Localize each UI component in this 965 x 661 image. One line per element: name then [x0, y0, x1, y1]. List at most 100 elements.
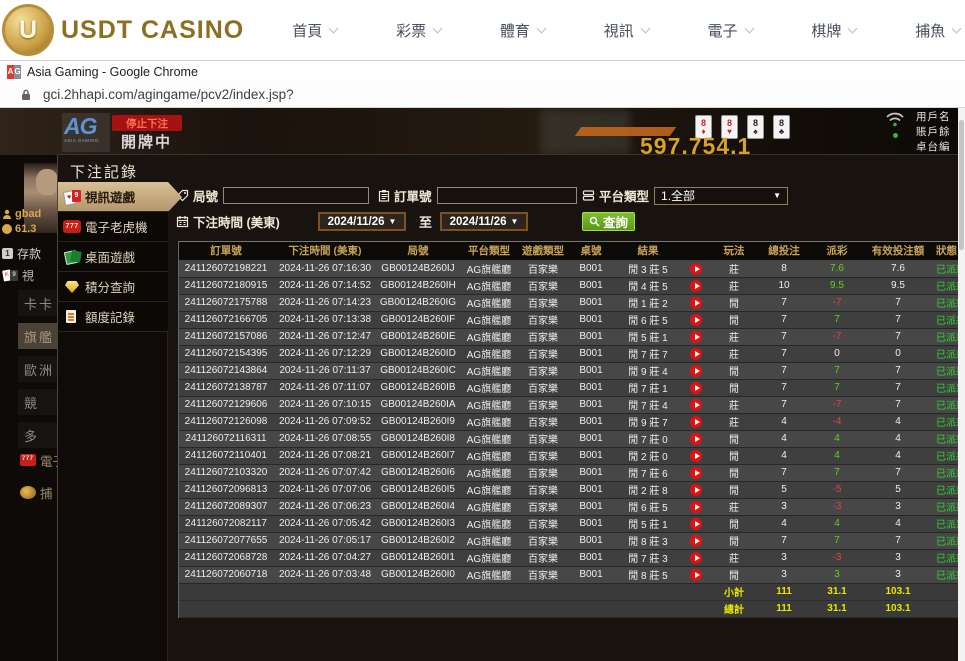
summary-cell: 111: [757, 583, 811, 600]
cell-bet: 閒: [711, 447, 757, 464]
replay-button[interactable]: [690, 535, 702, 547]
nav-item[interactable]: 電子: [708, 20, 753, 41]
replay-button[interactable]: [690, 552, 702, 564]
cell-valid: 9.5: [863, 277, 933, 294]
chrome-urlbar[interactable]: gci.2hhapi.com/agingame/pcv2/index.jsp?: [0, 82, 965, 108]
replay-button[interactable]: [690, 501, 702, 513]
cell-play: [681, 447, 711, 464]
replay-button[interactable]: [690, 331, 702, 343]
cell-platform: AG旗艦廳: [459, 328, 519, 345]
site-logo[interactable]: U USDT CASINO: [2, 4, 244, 56]
cell-table: B001: [567, 447, 615, 464]
cell-time: 2024-11-26 07:06:23: [273, 498, 377, 515]
replay-button[interactable]: [690, 280, 702, 292]
date-from-group: 2024/11/26 ▼: [318, 212, 406, 231]
url-text[interactable]: gci.2hhapi.com/agingame/pcv2/index.jsp?: [43, 87, 294, 102]
table-row: 2411260720893072024-11-26 07:06:23GB0012…: [179, 498, 958, 515]
cell-total: 7: [757, 532, 811, 549]
cell-play: [681, 260, 711, 277]
cell-play: [681, 532, 711, 549]
cell-order: 241126072166705: [179, 311, 273, 328]
deposit-button[interactable]: 1 存款: [2, 245, 41, 262]
replay-button[interactable]: [690, 365, 702, 377]
cell-payout: -4: [811, 413, 863, 430]
platform-select[interactable]: 1.全部 ▼: [654, 187, 788, 205]
replay-button[interactable]: [690, 484, 702, 496]
cell-platform: AG旗艦廳: [459, 379, 519, 396]
nav-item[interactable]: 首頁: [292, 20, 337, 41]
chevron-down-icon: [952, 23, 962, 33]
cell-bet: 閒: [711, 532, 757, 549]
cell-round: GB00124B260I5: [377, 481, 459, 498]
replay-button[interactable]: [690, 314, 702, 326]
sidebar-video-tab[interactable]: 視: [2, 267, 34, 284]
deposit-label: 存款: [17, 245, 41, 262]
replay-button[interactable]: [690, 348, 702, 360]
nav-item[interactable]: 視訊: [604, 20, 649, 41]
cell-payout: 7: [811, 379, 863, 396]
replay-button[interactable]: [690, 399, 702, 411]
replay-button[interactable]: [690, 297, 702, 309]
dropdown-arrow-icon: ▼: [389, 217, 397, 226]
cell-payout: 4: [811, 430, 863, 447]
search-icon: [589, 216, 600, 227]
cell-play: [681, 498, 711, 515]
nav-item[interactable]: 棋牌: [811, 20, 856, 41]
replay-button[interactable]: [690, 433, 702, 445]
replay-button[interactable]: [690, 467, 702, 479]
scrollbar-thumb[interactable]: [959, 120, 964, 250]
replay-button[interactable]: [690, 518, 702, 530]
nav-item[interactable]: 捕魚: [915, 20, 960, 41]
cell-round: GB00124B260I7: [377, 447, 459, 464]
platform-field-group: 平台類型 1.全部 ▼: [582, 186, 788, 205]
cell-round: GB00124B260IH: [377, 277, 459, 294]
cell-bet: 莊: [711, 413, 757, 430]
nav-item[interactable]: 彩票: [396, 20, 441, 41]
date-from-select[interactable]: 2024/11/26 ▼: [318, 212, 406, 231]
cell-result: 閒 7 莊 3: [615, 549, 681, 566]
cell-table: B001: [567, 566, 615, 583]
cell-order: 241126072175788: [179, 294, 273, 311]
modal-menu-item[interactable]: 桌面遊戲: [58, 242, 168, 272]
replay-button[interactable]: [690, 569, 702, 581]
nav-item[interactable]: 體育: [500, 20, 545, 41]
cell-table: B001: [567, 345, 615, 362]
modal-menu-item[interactable]: 積分查詢: [58, 272, 168, 302]
cell-table: B001: [567, 362, 615, 379]
date-to-select[interactable]: 2024/11/26 ▼: [440, 212, 528, 231]
replay-button[interactable]: [690, 450, 702, 462]
page-scrollbar[interactable]: [958, 108, 965, 661]
cell-status: 已派彩: [933, 566, 958, 583]
cell-total: 7: [757, 362, 811, 379]
cell-order: 241126072103320: [179, 464, 273, 481]
replay-button[interactable]: [690, 416, 702, 428]
modal-menu-item[interactable]: 視訊遊戲: [58, 182, 182, 212]
cell-total: 7: [757, 294, 811, 311]
cell-payout: 3: [811, 566, 863, 583]
summary-cell: [933, 600, 958, 617]
replay-button[interactable]: [690, 263, 702, 275]
round-input[interactable]: [223, 187, 369, 204]
cell-table: B001: [567, 311, 615, 328]
modal-menu-item[interactable]: 額度記錄: [58, 302, 168, 332]
ag-logo: AG ASIA GAMING: [62, 113, 110, 152]
stop-bet-badge: 停止下注: [112, 115, 182, 131]
cell-bet: 閒: [711, 566, 757, 583]
calendar-icon: [176, 215, 189, 228]
cell-total: 3: [757, 566, 811, 583]
replay-button[interactable]: [690, 382, 702, 394]
cell-order: 241126072138787: [179, 379, 273, 396]
cell-time: 2024-11-26 07:08:55: [273, 430, 377, 447]
cell-time: 2024-11-26 07:14:23: [273, 294, 377, 311]
column-header: 訂單號: [179, 242, 273, 260]
table-row: 2411260721438642024-11-26 07:11:37GB0012…: [179, 362, 958, 379]
wifi-icon: [884, 110, 906, 128]
order-input[interactable]: [437, 187, 577, 204]
search-button[interactable]: 查詢: [582, 212, 635, 231]
cell-game: 百家樂: [519, 430, 567, 447]
cell-play: [681, 328, 711, 345]
screen: U USDT CASINO 首頁 彩票 體育 視訊 電子: [0, 0, 965, 661]
nav-item-label: 捕魚: [915, 20, 945, 41]
cell-table: B001: [567, 277, 615, 294]
cell-bet: 閒: [711, 379, 757, 396]
